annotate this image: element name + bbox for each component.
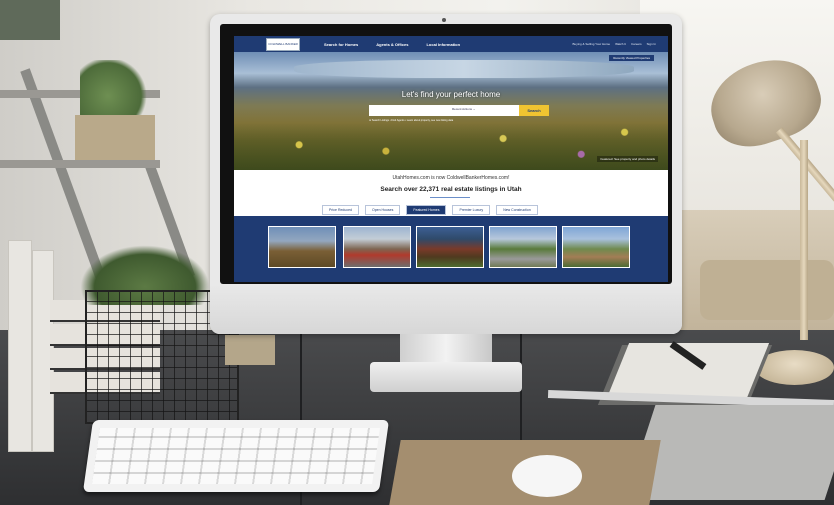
hero-subtext: or Search Listings • Find Agents • Learn… xyxy=(369,119,454,122)
recently-viewed-button[interactable]: Recently Viewed Properties xyxy=(609,55,654,61)
hero-title: Let's find your perfect home xyxy=(401,90,501,99)
nav-link-careers[interactable]: Careers xyxy=(631,42,642,46)
camera-dot xyxy=(442,18,446,22)
brand-logo[interactable]: COLDWELL BANKER xyxy=(266,37,300,51)
keyboard xyxy=(82,420,390,492)
tab-open-houses[interactable]: Open Houses xyxy=(364,205,401,215)
nav-link-watch[interactable]: Watch It xyxy=(615,42,626,46)
home-photo[interactable] xyxy=(489,226,557,268)
search-input[interactable] xyxy=(369,105,519,116)
book xyxy=(8,240,32,452)
hero-banner: Recently Viewed Properties Let's find yo… xyxy=(234,52,668,170)
upright-books xyxy=(8,240,56,452)
search-button[interactable]: Search xyxy=(519,105,549,116)
ladder-step xyxy=(0,160,160,168)
home-photo[interactable] xyxy=(268,226,336,268)
nav-utility-links: Buying & Selling Your Home Watch It Care… xyxy=(573,42,656,46)
mouse xyxy=(512,455,582,497)
tab-new-construction[interactable]: New Construction xyxy=(496,205,538,215)
home-photo[interactable] xyxy=(343,226,411,268)
rebrand-notice: UtahHomes.com is now ColdwellBankerHomes… xyxy=(392,175,510,181)
imac-monitor: COLDWELL BANKER Search for Homes Agents … xyxy=(210,14,682,334)
nav-links: Search for Homes Agents & Offices Local … xyxy=(324,42,460,47)
heading-divider xyxy=(430,197,470,198)
nav-link-buying-selling[interactable]: Buying & Selling Your Home xyxy=(573,42,611,46)
wooden-tray xyxy=(225,335,275,365)
monitor-stand xyxy=(400,334,492,364)
listing-tabs: Price Reduced Open Houses Featured Homes… xyxy=(322,205,538,215)
site-navbar: COLDWELL BANKER Search for Homes Agents … xyxy=(234,36,668,52)
nav-link-search-homes[interactable]: Search for Homes xyxy=(324,42,358,47)
top-left-pot xyxy=(0,0,60,40)
nav-link-sign-in[interactable]: Sign In xyxy=(647,42,656,46)
home-photo[interactable] xyxy=(562,226,630,268)
keyboard-keys xyxy=(92,428,380,484)
shelf-plant xyxy=(80,60,150,120)
tab-featured-homes[interactable]: Featured Homes xyxy=(406,205,447,215)
desk-lamp-arm xyxy=(800,140,808,340)
sofa-cushion xyxy=(700,260,834,320)
search-select[interactable]: Recent Actions ⌄ xyxy=(452,107,475,111)
nav-link-agents-offices[interactable]: Agents & Offices xyxy=(376,42,408,47)
office-desk-scene: COLDWELL BANKER Search for Homes Agents … xyxy=(0,0,834,505)
home-photo[interactable] xyxy=(416,226,484,268)
hero-photo-credit[interactable]: Featured: See property and photo details xyxy=(597,156,658,162)
nav-link-local-info[interactable]: Local Information xyxy=(426,42,460,47)
plant-box xyxy=(75,115,155,160)
tab-premier-luxury[interactable]: Premier Luxury xyxy=(452,205,491,215)
tab-price-reduced[interactable]: Price Reduced xyxy=(322,205,359,215)
monitor-foot xyxy=(370,362,522,392)
featured-homes-carousel xyxy=(234,216,668,282)
website-screen: COLDWELL BANKER Search for Homes Agents … xyxy=(234,36,668,282)
listings-count-heading: Search over 22,371 real estate listings … xyxy=(380,186,522,193)
brand-logo-text: COLDWELL BANKER xyxy=(268,42,298,46)
hero-lake xyxy=(294,60,634,78)
monitor-chin xyxy=(210,286,682,334)
